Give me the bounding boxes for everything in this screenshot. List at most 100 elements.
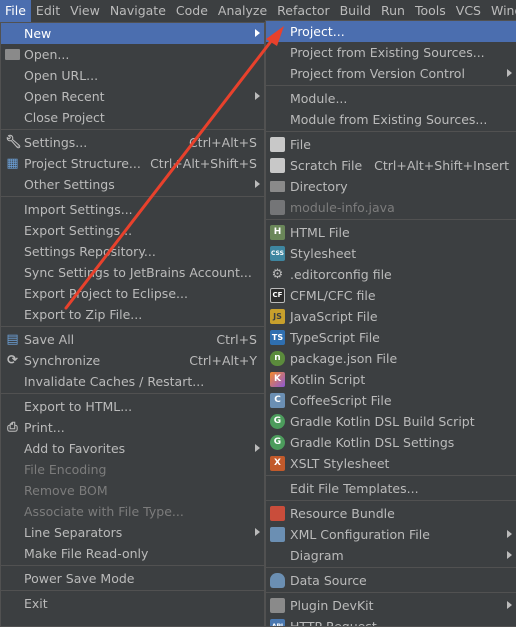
new-directory[interactable]: Directory [266, 176, 516, 197]
label: Line Separators [24, 525, 123, 540]
label: Module from Existing Sources... [290, 112, 488, 127]
label: Edit File Templates... [290, 481, 419, 496]
file-synchronize[interactable]: ⟳ Synchronize Ctrl+Alt+Y [1, 350, 264, 371]
new-project-existing[interactable]: Project from Existing Sources... [266, 42, 516, 63]
file-settings-repository[interactable]: Settings Repository... [1, 241, 264, 262]
separator [1, 565, 264, 566]
separator [266, 592, 516, 593]
file-open-url[interactable]: Open URL... [1, 65, 264, 86]
shortcut: Ctrl+Alt+Shift+S [150, 156, 257, 171]
file-associate-type: Associate with File Type... [1, 501, 264, 522]
submenu-arrow-icon [507, 551, 512, 559]
label: File Encoding [24, 462, 107, 477]
label: Open URL... [24, 68, 99, 83]
label: Resource Bundle [290, 506, 395, 521]
label: JavaScript File [290, 309, 378, 324]
new-scratch-file[interactable]: Scratch File Ctrl+Alt+Shift+Insert [266, 155, 516, 176]
file-export-settings[interactable]: Export Settings... [1, 220, 264, 241]
menu-window[interactable]: Wind [486, 0, 516, 22]
label: Export Project to Eclipse... [24, 286, 188, 301]
separator [1, 590, 264, 591]
new-data-source[interactable]: Data Source [266, 570, 516, 591]
label: XSLT Stylesheet [290, 456, 390, 471]
separator [1, 129, 264, 130]
coffeescript-icon: C [270, 393, 285, 408]
file-line-separators[interactable]: Line Separators [1, 522, 264, 543]
file-save-all[interactable]: ▤ Save All Ctrl+S [1, 329, 264, 350]
menu-edit[interactable]: Edit [31, 0, 65, 22]
new-coffeescript[interactable]: C CoffeeScript File [266, 390, 516, 411]
file-make-readonly[interactable]: Make File Read-only [1, 543, 264, 564]
menu-navigate[interactable]: Navigate [105, 0, 171, 22]
new-resource-bundle[interactable]: Resource Bundle [266, 503, 516, 524]
new-module[interactable]: Module... [266, 88, 516, 109]
file-power-save[interactable]: Power Save Mode [1, 568, 264, 589]
css-icon: CSS [270, 246, 285, 261]
new-js-file[interactable]: JS JavaScript File [266, 306, 516, 327]
menu-file[interactable]: File [0, 0, 31, 22]
cfml-icon: CF [270, 288, 285, 303]
file-close-project[interactable]: Close Project [1, 107, 264, 128]
new-edit-templates[interactable]: Edit File Templates... [266, 478, 516, 499]
new-xml-config[interactable]: XML Configuration File [266, 524, 516, 545]
typescript-icon: TS [270, 330, 285, 345]
separator [1, 326, 264, 327]
menu-view[interactable]: View [65, 0, 105, 22]
new-editorconfig[interactable]: ⚙ .editorconfig file [266, 264, 516, 285]
new-file[interactable]: File [266, 134, 516, 155]
new-http-request[interactable]: API HTTP Request [266, 616, 516, 626]
menu-vcs[interactable]: VCS [451, 0, 486, 22]
new-project-vcs[interactable]: Project from Version Control [266, 63, 516, 84]
folder-icon [5, 49, 20, 60]
refresh-icon: ⟳ [7, 353, 18, 368]
new-html-file[interactable]: H HTML File [266, 222, 516, 243]
file-invalidate-caches[interactable]: Invalidate Caches / Restart... [1, 371, 264, 392]
new-xslt[interactable]: X XSLT Stylesheet [266, 453, 516, 474]
submenu-arrow-icon [255, 444, 260, 452]
menu-analyze[interactable]: Analyze [213, 0, 272, 22]
shortcut: Ctrl+S [216, 332, 257, 347]
nodejs-icon: n [270, 351, 285, 366]
file-settings[interactable]: 🔧︎ Settings... Ctrl+Alt+S [1, 132, 264, 153]
new-gradle-settings[interactable]: G Gradle Kotlin DSL Settings [266, 432, 516, 453]
file-export-eclipse[interactable]: Export Project to Eclipse... [1, 283, 264, 304]
new-project[interactable]: Project... [266, 21, 516, 42]
label: Project from Version Control [290, 66, 465, 81]
label: Settings... [24, 135, 88, 150]
submenu-arrow-icon [255, 29, 260, 37]
file-import-settings[interactable]: Import Settings... [1, 199, 264, 220]
file-sync-settings[interactable]: Sync Settings to JetBrains Account... [1, 262, 264, 283]
label: Invalidate Caches / Restart... [24, 374, 205, 389]
new-package-json[interactable]: n package.json File [266, 348, 516, 369]
xslt-icon: X [270, 456, 285, 471]
menu-build[interactable]: Build [335, 0, 376, 22]
file-new[interactable]: New [1, 23, 264, 44]
file-project-structure[interactable]: ▦ Project Structure... Ctrl+Alt+Shift+S [1, 153, 264, 174]
new-plugin-devkit[interactable]: Plugin DevKit [266, 595, 516, 616]
html-icon: H [270, 225, 285, 240]
scratch-file-icon [270, 158, 285, 173]
new-diagram[interactable]: Diagram [266, 545, 516, 566]
menu-run[interactable]: Run [376, 0, 410, 22]
file-add-favorites[interactable]: Add to Favorites [1, 438, 264, 459]
menu-refactor[interactable]: Refactor [272, 0, 334, 22]
label: Stylesheet [290, 246, 357, 261]
file-export-zip[interactable]: Export to Zip File... [1, 304, 264, 325]
menu-bar: File Edit View Navigate Code Analyze Ref… [0, 0, 516, 22]
file-open[interactable]: Open... [1, 44, 264, 65]
new-module-existing[interactable]: Module from Existing Sources... [266, 109, 516, 130]
file-export-html[interactable]: Export to HTML... [1, 396, 264, 417]
file-print[interactable]: ⎙ Print... [1, 417, 264, 438]
shortcut: Ctrl+Alt+Shift+Insert [374, 158, 509, 173]
file-other-settings[interactable]: Other Settings [1, 174, 264, 195]
new-gradle-build[interactable]: G Gradle Kotlin DSL Build Script [266, 411, 516, 432]
new-cfml[interactable]: CF CFML/CFC file [266, 285, 516, 306]
new-kotlin-script[interactable]: K Kotlin Script [266, 369, 516, 390]
menu-tools[interactable]: Tools [410, 0, 451, 22]
menu-code[interactable]: Code [171, 0, 213, 22]
new-ts-file[interactable]: TS TypeScript File [266, 327, 516, 348]
file-open-recent[interactable]: Open Recent [1, 86, 264, 107]
project-structure-icon: ▦ [6, 156, 19, 171]
new-stylesheet[interactable]: CSS Stylesheet [266, 243, 516, 264]
file-exit[interactable]: Exit [1, 593, 264, 614]
